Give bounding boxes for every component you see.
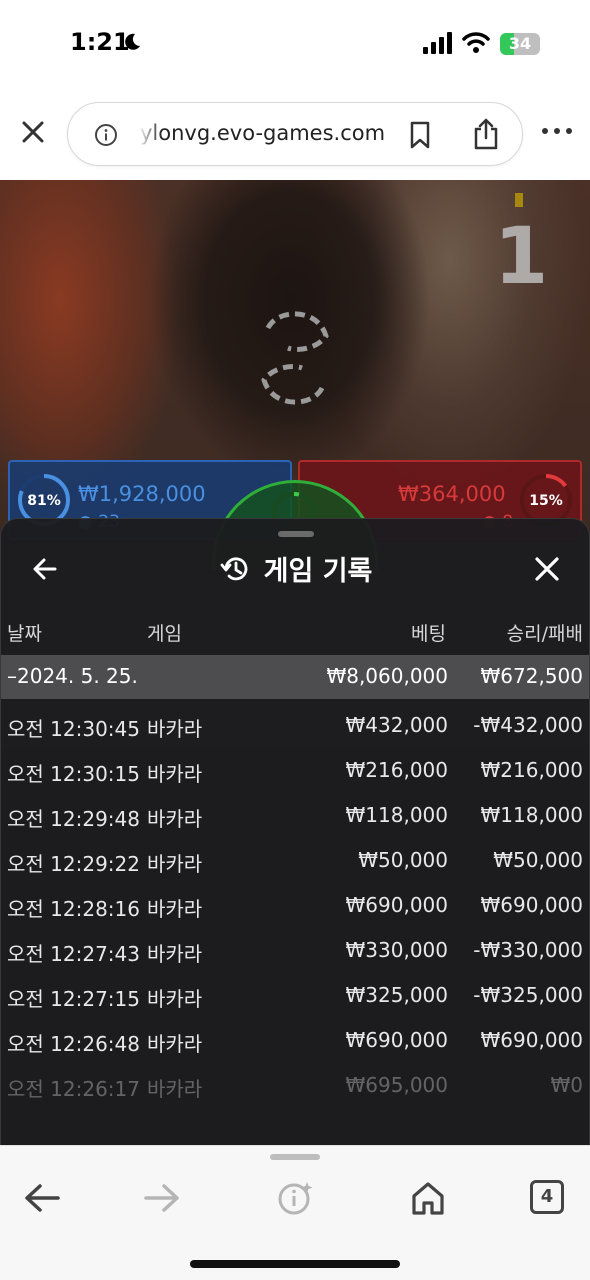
row-time: 오전 12:29:48 xyxy=(7,807,140,831)
history-list: 오전 12:30:45 바카라 ₩432,000 -₩432,000 오전 12:30:… xyxy=(1,701,589,1106)
row-result: ₩118,000 xyxy=(480,803,583,827)
row-time: 오전 12:30:15 xyxy=(7,762,140,786)
history-icon xyxy=(220,556,247,580)
table-row[interactable]: 오전 12:28:16 바카라 ₩690,000 ₩690,000 xyxy=(1,881,589,926)
row-bet: ₩118,000 xyxy=(345,803,448,827)
column-header-result[interactable]: 승리/패배 xyxy=(507,619,583,646)
row-game: 바카라 xyxy=(147,1077,203,1101)
signal-icon xyxy=(423,32,452,54)
row-bet: ₩50,000 xyxy=(358,848,448,872)
banker-amount: ₩364,000 xyxy=(398,482,506,506)
row-game: 바카라 xyxy=(147,942,203,966)
row-game: 바카라 xyxy=(147,1032,203,1056)
tabs-button[interactable]: 4 xyxy=(530,1180,564,1214)
summary-result: ₩672,500 xyxy=(480,664,583,688)
row-time: 오전 12:26:17 xyxy=(7,1077,140,1101)
row-game: 바카라 xyxy=(147,762,203,786)
info-icon[interactable] xyxy=(94,123,118,147)
status-time: 1:21 xyxy=(70,28,130,56)
url-text: ylonvg.evo-games.com xyxy=(140,121,386,145)
row-bet: ₩432,000 xyxy=(345,713,448,737)
home-icon[interactable] xyxy=(408,1180,448,1216)
row-result: -₩330,000 xyxy=(473,938,583,962)
row-time: 오전 12:27:15 xyxy=(7,987,140,1011)
wifi-icon xyxy=(462,32,490,53)
column-header-date[interactable]: 날짜 xyxy=(7,619,42,646)
row-bet: ₩330,000 xyxy=(345,938,448,962)
share-icon[interactable] xyxy=(472,118,500,150)
row-time: 오전 12:26:48 xyxy=(7,1032,140,1056)
home-indicator xyxy=(190,1260,400,1268)
row-bet: ₩695,000 xyxy=(345,1073,448,1097)
round-marker xyxy=(515,193,523,207)
row-result: ₩690,000 xyxy=(480,1028,583,1052)
table-row[interactable]: 오전 12:27:43 바카라 ₩330,000 -₩330,000 xyxy=(1,926,589,971)
table-row[interactable]: 오전 12:29:48 바카라 ₩118,000 ₩118,000 xyxy=(1,791,589,836)
table-header: 날짜 게임 베팅 승리/패배 xyxy=(1,619,589,649)
drag-handle[interactable] xyxy=(278,531,314,537)
row-game: 바카라 xyxy=(147,897,203,921)
back-icon[interactable] xyxy=(22,1180,62,1216)
status-bar: 1:21 34 xyxy=(0,0,590,90)
toolbar-handle[interactable] xyxy=(270,1154,320,1160)
row-bet: ₩690,000 xyxy=(345,893,448,917)
more-icon[interactable] xyxy=(540,125,574,137)
table-row[interactable]: 오전 12:30:45 바카라 ₩432,000 -₩432,000 xyxy=(1,701,589,746)
summary-date: –2024. 5. 25. xyxy=(7,664,138,688)
round-number: 1 xyxy=(494,212,549,302)
battery-icon: 34 xyxy=(500,33,540,55)
row-bet: ₩325,000 xyxy=(345,983,448,1007)
row-bet: ₩690,000 xyxy=(345,1028,448,1052)
browser-toolbar: 4 xyxy=(0,1145,590,1280)
row-time: 오전 12:29:22 xyxy=(7,852,140,876)
table-row[interactable]: 오전 12:26:17 바카라 ₩695,000 ₩0 xyxy=(1,1061,589,1106)
forward-icon[interactable] xyxy=(142,1180,182,1216)
row-game: 바카라 xyxy=(147,717,203,741)
battery-level: 34 xyxy=(508,34,532,53)
column-header-bet[interactable]: 베팅 xyxy=(411,619,446,646)
loading-spinner-icon xyxy=(261,311,329,405)
table-row[interactable]: 오전 12:30:15 바카라 ₩216,000 ₩216,000 xyxy=(1,746,589,791)
row-result: ₩0 xyxy=(550,1073,584,1097)
panel-title: 게임 기록 xyxy=(263,556,373,587)
row-result: -₩325,000 xyxy=(473,983,583,1007)
row-time: 오전 12:27:43 xyxy=(7,942,140,966)
address-bar: ylonvg.evo-games.com xyxy=(0,95,590,175)
table-row[interactable]: 오전 12:26:48 바카라 ₩690,000 ₩690,000 xyxy=(1,1016,589,1061)
close-icon[interactable] xyxy=(533,555,561,583)
tab-count: 4 xyxy=(540,1186,554,1207)
player-amount: ₩1,928,000 xyxy=(78,482,206,506)
banker-percent: 15% xyxy=(529,493,563,509)
table-row[interactable]: 오전 12:27:15 바카라 ₩325,000 -₩325,000 xyxy=(1,971,589,1016)
column-header-game[interactable]: 게임 xyxy=(147,619,182,646)
row-time: 오전 12:30:45 xyxy=(7,717,140,741)
row-bet: ₩216,000 xyxy=(345,758,448,782)
player-percent: 81% xyxy=(27,493,61,509)
game-area: 1 81% ₩1,928,000 ● 23 ₩364,000 ● 8 15% xyxy=(0,180,590,1145)
date-summary-row[interactable]: –2024. 5. 25. ₩8,060,000 ₩672,500 xyxy=(1,655,589,699)
table-row[interactable]: 오전 12:29:22 바카라 ₩50,000 ₩50,000 xyxy=(1,836,589,881)
info-sparkle-icon[interactable] xyxy=(276,1180,316,1216)
row-game: 바카라 xyxy=(147,987,203,1011)
game-history-panel: 게임 기록 날짜 게임 베팅 승리/패배 –2024. 5. 25. ₩8,06… xyxy=(0,518,590,1145)
bookmark-icon[interactable] xyxy=(408,121,432,149)
close-icon[interactable] xyxy=(18,117,48,147)
row-game: 바카라 xyxy=(147,807,203,831)
row-result: ₩216,000 xyxy=(480,758,583,782)
row-time: 오전 12:28:16 xyxy=(7,897,140,921)
summary-bet: ₩8,060,000 xyxy=(326,664,448,688)
url-field[interactable]: ylonvg.evo-games.com xyxy=(67,102,523,166)
row-result: ₩50,000 xyxy=(493,848,583,872)
moon-icon xyxy=(125,33,140,50)
panel-header: 게임 기록 xyxy=(1,549,589,589)
row-game: 바카라 xyxy=(147,852,203,876)
row-result: ₩690,000 xyxy=(480,893,583,917)
row-result: -₩432,000 xyxy=(473,713,583,737)
